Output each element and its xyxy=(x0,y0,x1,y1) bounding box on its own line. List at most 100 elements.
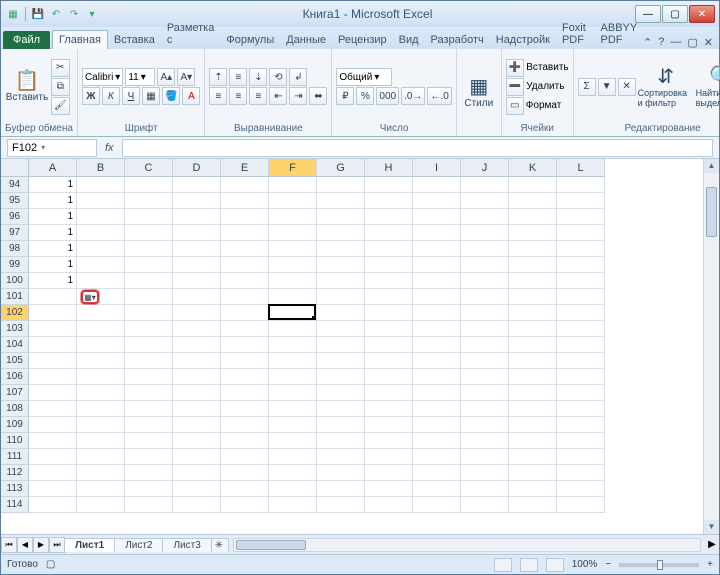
cell-D108[interactable] xyxy=(173,401,221,417)
cell-B102[interactable] xyxy=(77,305,125,321)
cell-B98[interactable] xyxy=(77,241,125,257)
percent-icon[interactable]: % xyxy=(356,87,374,105)
cell-I104[interactable] xyxy=(413,337,461,353)
cell-H99[interactable] xyxy=(365,257,413,273)
cell-D103[interactable] xyxy=(173,321,221,337)
cell-C105[interactable] xyxy=(125,353,173,369)
cell-I109[interactable] xyxy=(413,417,461,433)
cell-G105[interactable] xyxy=(317,353,365,369)
cell-L98[interactable] xyxy=(557,241,605,257)
cell-A102[interactable] xyxy=(29,305,77,321)
cell-L94[interactable] xyxy=(557,177,605,193)
cell-A111[interactable] xyxy=(29,449,77,465)
cell-C100[interactable] xyxy=(125,273,173,289)
cell-L114[interactable] xyxy=(557,497,605,513)
cell-H96[interactable] xyxy=(365,209,413,225)
cell-B111[interactable] xyxy=(77,449,125,465)
col-header-F[interactable]: F xyxy=(269,159,317,177)
cell-K99[interactable] xyxy=(509,257,557,273)
cell-G103[interactable] xyxy=(317,321,365,337)
cell-B105[interactable] xyxy=(77,353,125,369)
align-center-icon[interactable]: ≡ xyxy=(229,87,247,105)
cell-A101[interactable] xyxy=(29,289,77,305)
tab-view[interactable]: Вид xyxy=(393,31,425,49)
cell-H98[interactable] xyxy=(365,241,413,257)
tab-insert[interactable]: Вставка xyxy=(108,31,161,49)
row-header-109[interactable]: 109 xyxy=(1,417,29,433)
cell-L110[interactable] xyxy=(557,433,605,449)
autosum-icon[interactable]: Σ xyxy=(578,78,596,96)
cell-D94[interactable] xyxy=(173,177,221,193)
cell-B106[interactable] xyxy=(77,369,125,385)
cell-C108[interactable] xyxy=(125,401,173,417)
cell-J94[interactable] xyxy=(461,177,509,193)
dec-decimal-icon[interactable]: ←.0 xyxy=(427,87,451,105)
cell-E104[interactable] xyxy=(221,337,269,353)
ribbon-min-icon[interactable]: ⌃ xyxy=(643,36,652,49)
cell-I114[interactable] xyxy=(413,497,461,513)
sheet-nav-last-icon[interactable]: ⏭ xyxy=(49,537,65,553)
view-pagebreak-icon[interactable] xyxy=(546,558,564,572)
cell-K98[interactable] xyxy=(509,241,557,257)
cell-C98[interactable] xyxy=(125,241,173,257)
hscroll-right-icon[interactable]: ▶ xyxy=(705,539,719,550)
cell-F105[interactable] xyxy=(269,353,317,369)
cell-E110[interactable] xyxy=(221,433,269,449)
cell-K108[interactable] xyxy=(509,401,557,417)
border-icon[interactable]: ▦ xyxy=(142,87,160,105)
align-middle-icon[interactable]: ≡ xyxy=(229,68,247,86)
sort-filter-button[interactable]: ⇵ Сортировка и фильтр xyxy=(638,56,694,118)
cell-D99[interactable] xyxy=(173,257,221,273)
col-header-J[interactable]: J xyxy=(461,159,509,177)
cell-J114[interactable] xyxy=(461,497,509,513)
indent-inc-icon[interactable]: ⇥ xyxy=(289,87,307,105)
cell-K111[interactable] xyxy=(509,449,557,465)
cell-H102[interactable] xyxy=(365,305,413,321)
vscroll-thumb[interactable] xyxy=(706,187,717,237)
cell-D102[interactable] xyxy=(173,305,221,321)
insert-cells-label[interactable]: Вставить xyxy=(526,62,568,73)
cell-F96[interactable] xyxy=(269,209,317,225)
cell-G97[interactable] xyxy=(317,225,365,241)
cell-B95[interactable] xyxy=(77,193,125,209)
cell-C104[interactable] xyxy=(125,337,173,353)
cell-I108[interactable] xyxy=(413,401,461,417)
cell-D106[interactable] xyxy=(173,369,221,385)
row-header-112[interactable]: 112 xyxy=(1,465,29,481)
cell-E109[interactable] xyxy=(221,417,269,433)
row-header-99[interactable]: 99 xyxy=(1,257,29,273)
sheet-nav-first-icon[interactable]: ⏮ xyxy=(1,537,17,553)
cell-F113[interactable] xyxy=(269,481,317,497)
cell-F112[interactable] xyxy=(269,465,317,481)
cell-D113[interactable] xyxy=(173,481,221,497)
cell-A100[interactable]: 1 xyxy=(29,273,77,289)
cell-K110[interactable] xyxy=(509,433,557,449)
cell-B100[interactable] xyxy=(77,273,125,289)
cell-K112[interactable] xyxy=(509,465,557,481)
sheet-tab-3[interactable]: Лист3 xyxy=(162,538,211,552)
cell-K102[interactable] xyxy=(509,305,557,321)
font-size-select[interactable]: 11▾ xyxy=(125,68,155,86)
row-header-101[interactable]: 101 xyxy=(1,289,29,305)
row-header-105[interactable]: 105 xyxy=(1,353,29,369)
col-header-K[interactable]: K xyxy=(509,159,557,177)
col-header-L[interactable]: L xyxy=(557,159,605,177)
cell-C113[interactable] xyxy=(125,481,173,497)
cell-G98[interactable] xyxy=(317,241,365,257)
col-header-H[interactable]: H xyxy=(365,159,413,177)
zoom-in-icon[interactable]: + xyxy=(707,559,713,570)
tab-developer[interactable]: Разработч xyxy=(425,31,490,49)
cell-J99[interactable] xyxy=(461,257,509,273)
cell-G99[interactable] xyxy=(317,257,365,273)
cell-J100[interactable] xyxy=(461,273,509,289)
cell-H95[interactable] xyxy=(365,193,413,209)
cell-C94[interactable] xyxy=(125,177,173,193)
new-sheet-icon[interactable]: ✳ xyxy=(211,538,229,552)
tab-home[interactable]: Главная xyxy=(52,30,108,49)
scroll-up-icon[interactable]: ▲ xyxy=(704,159,719,173)
row-header-97[interactable]: 97 xyxy=(1,225,29,241)
tab-foxit[interactable]: Foxit PDF xyxy=(556,19,595,49)
select-all-corner[interactable] xyxy=(1,159,29,177)
cell-J107[interactable] xyxy=(461,385,509,401)
formula-input[interactable] xyxy=(122,139,713,157)
